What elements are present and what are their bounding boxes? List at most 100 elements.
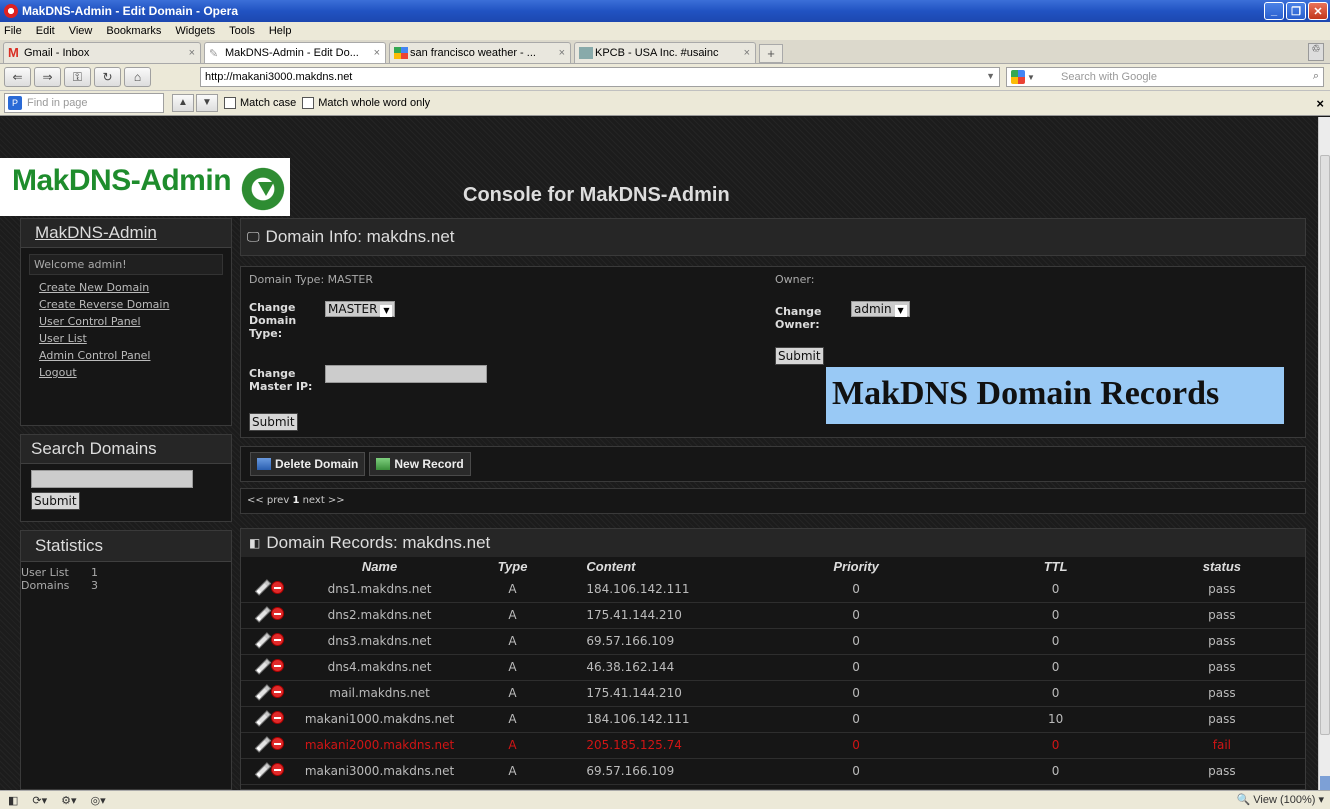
sidebar-link-logout[interactable]: Logout [39,366,213,379]
table-row: makani3000.makdns.net A 69.57.166.109 0 0 pas… [241,758,1305,785]
home-button[interactable]: ⌂ [124,67,151,87]
delete-record-icon[interactable] [270,633,284,646]
menu-help[interactable]: Help [269,25,292,37]
wand-button[interactable]: ⚿ [64,67,91,87]
menu-tools[interactable]: Tools [229,25,255,37]
menu-file[interactable]: File [4,25,22,37]
domain-submit-button[interactable]: Submit [249,413,298,431]
tab-close-icon[interactable]: × [189,47,195,59]
sidebar-link-admin-control-panel[interactable]: Admin Control Panel [39,349,213,362]
edit-pencil-icon[interactable] [254,659,268,673]
delete-record-icon[interactable] [270,580,284,594]
cell-ttl: 0 [972,680,1139,707]
edit-pencil-icon[interactable] [254,685,268,699]
delete-record-icon[interactable] [270,659,284,672]
sidebar-link-create-new-domain[interactable]: Create New Domain [39,281,213,294]
match-case-checkbox[interactable] [224,97,236,109]
search-submit-button[interactable]: Submit [31,492,80,510]
cell-content: 46.38.162.144 [562,654,740,681]
tab-weather[interactable]: san francisco weather - ... × [389,42,571,63]
label-line: Change [249,367,296,380]
site-logo[interactable]: MakDNS-Admin [12,164,232,198]
cell-name: makani1000.makdns.net [296,706,463,733]
cell-type: A [462,706,563,733]
delete-record-icon[interactable] [270,607,284,620]
tab-makdns[interactable]: ✎ MakDNS-Admin - Edit Do... × [204,42,386,63]
close-window-button[interactable]: ✕ [1308,2,1328,20]
reload-button[interactable]: ↻ [94,67,121,87]
records-table: Name Type Content Priority TTL status dn… [241,557,1305,785]
menu-edit[interactable]: Edit [36,25,55,37]
column-header[interactable]: status [1139,557,1305,576]
sidebar-menu-panel: MakDNS-Admin Welcome admin! Create New D… [20,218,232,426]
tab-close-icon[interactable]: × [744,47,750,59]
sidebar-link-user-control-panel[interactable]: User Control Panel [39,315,213,328]
domain-type-select[interactable]: MASTER ▼ [325,301,396,317]
edit-pencil-icon[interactable] [254,763,268,777]
back-button[interactable]: ⇐ [4,67,31,87]
turbo-icon[interactable]: ◎▾ [91,794,106,807]
edit-pencil-icon[interactable] [254,711,268,725]
label-line: Change [775,305,822,318]
column-header[interactable]: Name [296,557,462,576]
tab-label: MakDNS-Admin - Edit Do... [225,47,359,59]
menu-bookmarks[interactable]: Bookmarks [106,25,161,37]
cell-type: A [462,654,563,681]
delete-record-icon[interactable] [270,711,284,724]
find-input[interactable]: P Find in page [4,93,164,113]
trash-icon[interactable]: ♲ [1308,43,1324,61]
master-ip-input[interactable] [325,365,487,383]
sync-icon[interactable]: ⟳▾ [32,794,47,807]
panel-toggle-icon[interactable]: ◧ [8,794,18,807]
column-header[interactable]: Priority [740,557,973,576]
menu-view[interactable]: View [69,25,93,37]
chevron-down-icon[interactable]: ▼ [986,71,995,81]
owner-select[interactable]: admin ▼ [851,301,910,317]
menu-widgets[interactable]: Widgets [175,25,215,37]
scrollbar-thumb[interactable] [1320,155,1330,735]
column-header[interactable]: Type [463,557,563,576]
forward-button[interactable]: ⇒ [34,67,61,87]
tab-kpcb[interactable]: KPCB - USA Inc. #usainc × [574,42,756,63]
sidebar-link-user-list[interactable]: User List [39,332,213,345]
tab-label: san francisco weather - ... [410,47,536,59]
find-next-button[interactable]: ▼ [196,94,218,112]
tab-close-icon[interactable]: × [374,47,380,59]
match-whole-word-checkbox[interactable] [302,97,315,109]
pager-prev[interactable]: << prev [247,495,289,506]
edit-pencil-icon[interactable] [254,737,268,751]
new-tab-button[interactable]: + [759,44,783,63]
pager-next[interactable]: next >> [303,495,345,506]
unite-icon[interactable]: ⚙▾ [61,794,76,807]
cell-name: dns4.makdns.net [296,654,463,681]
edit-pencil-icon[interactable] [254,633,268,647]
search-input[interactable]: ▼ Search with Google ⌕ [1006,67,1324,87]
find-prev-button[interactable]: ▲ [172,94,194,112]
close-find-icon[interactable]: × [1316,96,1324,111]
scroll-down-arrow[interactable] [1320,776,1330,790]
sidebar-link-create-reverse-domain[interactable]: Create Reverse Domain [39,298,213,311]
search-domains-input[interactable] [31,470,193,488]
row-actions [241,602,297,629]
address-input[interactable]: http://makani3000.makdns.net ▼ [200,67,1000,87]
search-icon[interactable]: ⌕ [1313,70,1319,83]
zoom-control[interactable]: 🔍 View (100%) ▾ [1236,793,1324,806]
tab-close-icon[interactable]: × [559,47,565,59]
delete-record-icon[interactable] [270,685,284,698]
delete-record-icon[interactable] [270,763,284,776]
delete-record-icon[interactable] [270,737,284,750]
minimize-button[interactable]: _ [1264,2,1284,20]
delete-domain-button[interactable]: Delete Domain [250,452,366,476]
sidebar-title[interactable]: MakDNS-Admin [21,219,231,248]
tab-gmail[interactable]: M Gmail - Inbox × [3,42,201,63]
cell-status: pass [1138,758,1305,785]
owner-submit-button[interactable]: Submit [775,347,824,365]
search-engine-selector[interactable]: ▼ [1011,70,1051,84]
vertical-scrollbar[interactable] [1318,117,1330,790]
column-header[interactable]: TTL [972,557,1138,576]
new-record-button[interactable]: New Record [369,452,471,476]
maximize-button[interactable]: ❐ [1286,2,1306,20]
column-header[interactable]: Content [562,557,739,576]
edit-pencil-icon[interactable] [254,580,268,594]
edit-pencil-icon[interactable] [254,607,268,621]
